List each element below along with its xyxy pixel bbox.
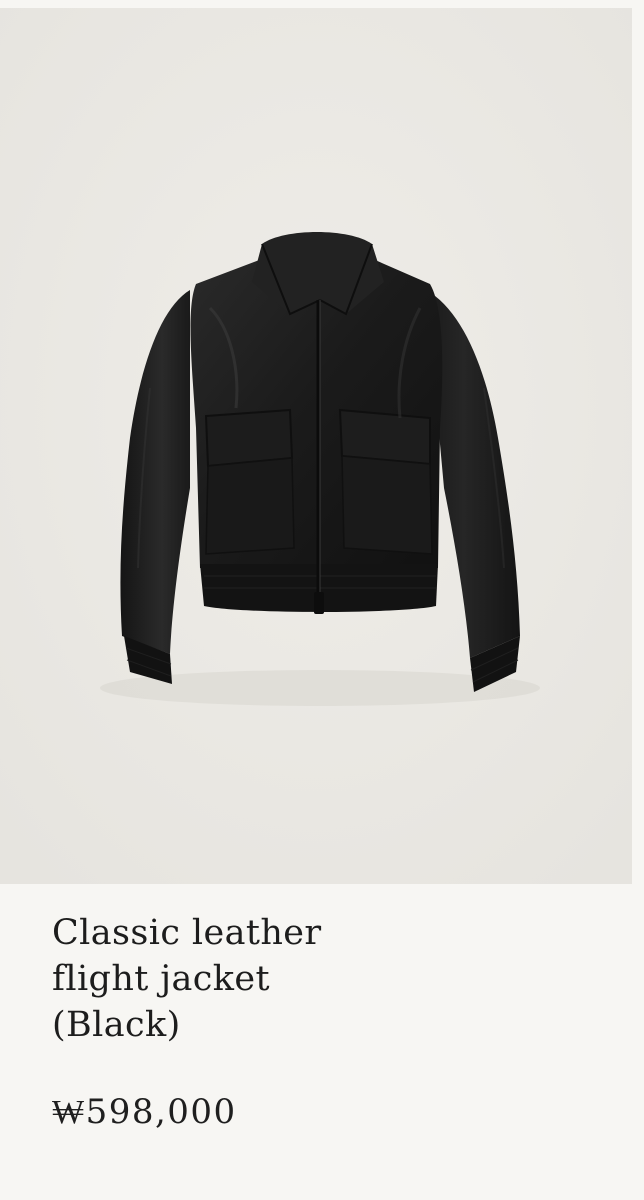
product-title[interactable]: Classic leather flight jacket (Black) [52,910,612,1048]
jacket-photo [0,8,632,884]
product-card[interactable]: Classic leather flight jacket (Black) ₩5… [0,0,644,1200]
product-title-line-3: (Black) [52,1005,181,1045]
product-title-line-1: Classic leather [52,913,322,953]
product-price: ₩598,000 [52,1092,237,1132]
product-image[interactable] [0,8,632,884]
product-title-line-2: flight jacket [52,959,270,999]
product-details: Classic leather flight jacket (Black) [52,910,612,1048]
